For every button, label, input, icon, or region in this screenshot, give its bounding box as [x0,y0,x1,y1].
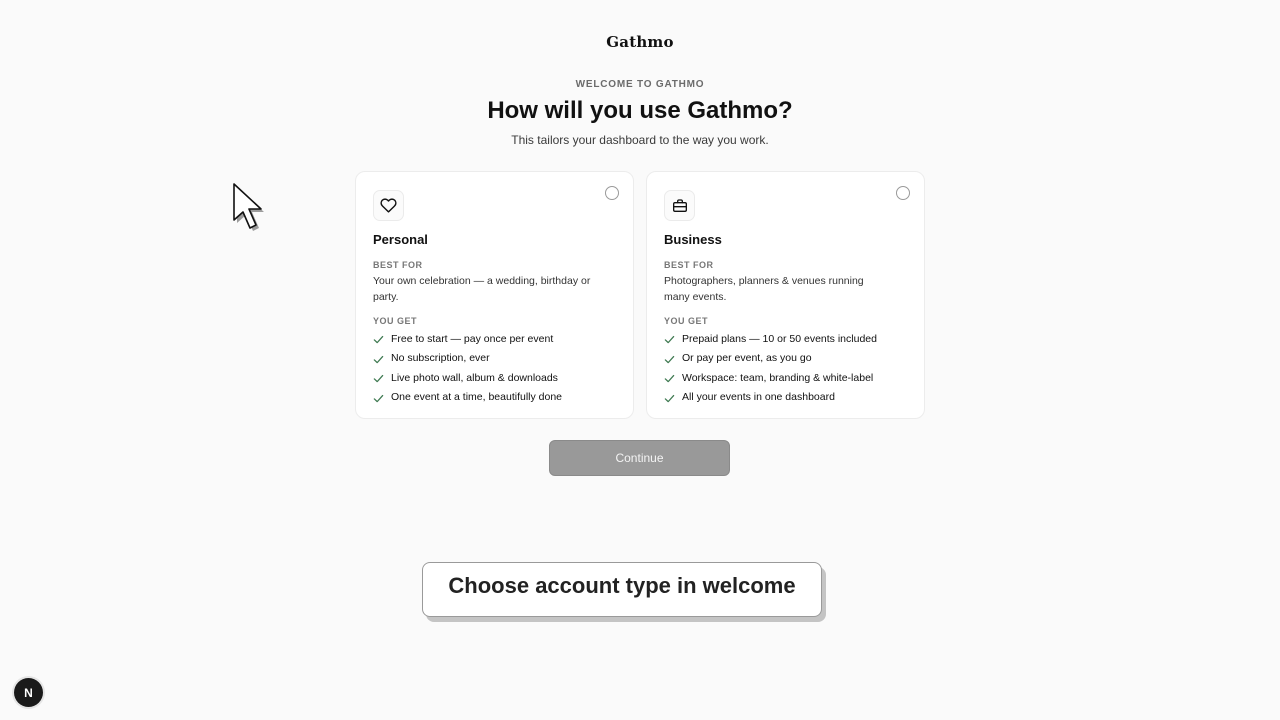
feature-text: Workspace: team, branding & white-label [682,371,874,384]
feature-text: Live photo wall, album & downloads [391,371,558,384]
best-for-label: BEST FOR [664,260,714,270]
list-item: No subscription, ever [373,349,562,369]
list-item: Or pay per event, as you go [664,349,877,369]
check-icon [373,334,384,345]
you-get-label: YOU GET [373,316,418,326]
list-item: Live photo wall, album & downloads [373,368,562,388]
app-logo: Gathmo [606,33,674,51]
best-for-text: Your own celebration — a wedding, birthd… [373,275,591,303]
best-for-label: BEST FOR [373,260,423,270]
feature-list: Free to start — pay once per event No su… [373,329,562,407]
feature-text: Free to start — pay once per event [391,332,554,345]
list-item: Free to start — pay once per event [373,329,562,349]
heart-icon [373,190,404,221]
step-caption: Choose account type in welcome [422,562,822,617]
feature-text: All your events in one dashboard [682,391,835,404]
briefcase-icon [664,190,695,221]
list-item: All your events in one dashboard [664,388,877,408]
account-type-card-business[interactable]: Business BEST FOR Photographers, planner… [646,171,925,419]
list-item: Prepaid plans — 10 or 50 events included [664,329,877,349]
check-icon [373,373,384,384]
feature-text: One event at a time, beautifully done [391,391,563,404]
welcome-eyebrow: WELCOME TO GATHMO [575,79,705,90]
feature-text: Prepaid plans — 10 or 50 events included [682,332,877,345]
dev-tools-badge[interactable]: N [14,678,43,707]
list-item: Workspace: team, branding & white-label [664,368,877,388]
radio-business[interactable] [896,186,910,200]
you-get-label: YOU GET [664,316,709,326]
check-icon [664,354,675,365]
list-item: One event at a time, beautifully done [373,388,562,408]
page-title: How will you use Gathmo? [487,97,793,124]
card-title: Personal [373,232,428,247]
feature-text: No subscription, ever [391,352,490,365]
page-subtitle: This tailors your dashboard to the way y… [511,133,769,147]
check-icon [373,354,384,365]
radio-personal[interactable] [605,186,619,200]
welcome-page: Gathmo WELCOME TO GATHMO How will you us… [0,0,1280,720]
card-title: Business [664,232,722,247]
check-icon [664,393,675,404]
best-for-text: Photographers, planners & venues running… [664,275,864,303]
feature-text: Or pay per event, as you go [682,352,812,365]
check-icon [664,334,675,345]
account-type-card-personal[interactable]: Personal BEST FOR Your own celebration —… [355,171,634,419]
feature-list: Prepaid plans — 10 or 50 events included… [664,329,877,407]
continue-button[interactable]: Continue [549,440,730,476]
mouse-cursor-icon [233,183,264,231]
check-icon [373,393,384,404]
check-icon [664,373,675,384]
